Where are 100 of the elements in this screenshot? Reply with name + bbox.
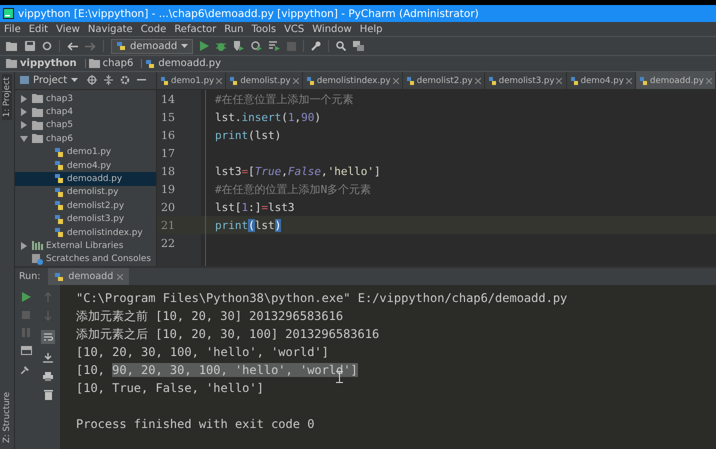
tree-item[interactable]: chap6 <box>15 132 156 146</box>
line-number: 15 <box>160 110 176 126</box>
close-icon[interactable] <box>706 78 712 84</box>
tree-item[interactable]: demolist.py <box>15 186 156 200</box>
expanded-arrow-icon[interactable] <box>20 136 28 142</box>
python-file-icon <box>54 227 64 238</box>
tree-item[interactable]: demoadd.py <box>15 172 156 186</box>
collapsed-arrow-icon[interactable] <box>21 242 27 250</box>
tree-item[interactable]: demolist3.py <box>15 212 156 226</box>
line-number: 16 <box>160 128 176 144</box>
scroll-end-icon[interactable] <box>43 353 53 363</box>
tree-item[interactable]: demolistindex.py <box>15 226 156 240</box>
close-icon[interactable] <box>556 78 562 84</box>
back-arrow-icon[interactable] <box>67 42 78 50</box>
tree-item[interactable]: chap5 <box>15 118 156 132</box>
editor-tab[interactable]: demolist3.py <box>484 72 567 89</box>
bug-icon[interactable] <box>216 41 226 51</box>
save-icon[interactable] <box>25 41 35 51</box>
run-icon[interactable] <box>200 41 210 51</box>
editor-tab[interactable]: demolistindex.py <box>302 72 403 89</box>
python-file-icon <box>488 76 497 86</box>
project-tool-tab[interactable]: 1: Project <box>2 74 12 120</box>
python-file-icon <box>54 160 64 172</box>
menu-item[interactable]: View <box>56 24 80 34</box>
menu-item[interactable]: Window <box>312 24 352 34</box>
menu-item[interactable]: Navigate <box>88 24 133 34</box>
pin-icon[interactable] <box>21 364 31 374</box>
print-icon[interactable] <box>43 372 53 381</box>
folder-icon <box>32 108 43 116</box>
minimize-icon[interactable] <box>137 79 146 82</box>
menu-item[interactable]: VCS <box>284 24 304 34</box>
run-tab[interactable]: demoadd <box>48 268 130 285</box>
search-icon[interactable] <box>336 41 346 51</box>
editor-tab[interactable]: demolist2.py <box>402 72 485 89</box>
console-output-line: [10, 90, 20, 30, 100, 'hello', 'world'] <box>76 362 359 379</box>
soft-wrap-icon[interactable] <box>41 330 55 344</box>
menu-item[interactable]: Tools <box>251 24 276 34</box>
python-file-icon <box>145 58 156 68</box>
console-output-line: [10, True, False, 'hello'] <box>76 380 265 397</box>
structure-tool-tab[interactable]: Z: Structure <box>2 392 12 443</box>
tree-item[interactable]: Scratches and Consoles <box>15 252 156 266</box>
python-file-icon <box>54 146 64 158</box>
trash-icon[interactable] <box>44 390 52 400</box>
python-file-icon <box>570 76 579 86</box>
close-icon[interactable] <box>474 78 481 84</box>
console-output-line: 添加元素之后 [10, 20, 30, 100] 2013296583616 <box>76 326 380 343</box>
console-output-line: 添加元素之前 [10, 20, 30] 2013296583616 <box>76 308 344 325</box>
breadcrumb-item[interactable]: demoadd.py <box>145 58 221 69</box>
gear-icon[interactable] <box>120 75 130 86</box>
menu-item[interactable]: Refactor <box>174 24 216 34</box>
breadcrumb-item[interactable]: vippython <box>6 58 77 69</box>
menu-item[interactable]: Help <box>360 24 383 34</box>
tree-item[interactable]: demo1.py <box>15 145 156 159</box>
code-line: print(lst) <box>215 218 282 232</box>
tree-item[interactable]: chap4 <box>15 105 156 119</box>
window-icon[interactable] <box>353 41 364 51</box>
close-icon[interactable] <box>392 78 399 84</box>
run-config-dropdown[interactable]: demoadd <box>111 38 194 54</box>
editor-tab[interactable]: demolist.py <box>226 72 303 89</box>
clock-play-icon[interactable] <box>251 41 262 51</box>
menu-item[interactable]: Edit <box>28 24 48 34</box>
collapse-icon[interactable] <box>104 75 114 86</box>
code-line: #在任意位置上添加一个元素 <box>215 92 354 106</box>
tree-item[interactable]: demolist2.py <box>15 199 156 212</box>
menu-item[interactable]: Code <box>140 24 166 34</box>
python-file-icon <box>54 214 64 225</box>
collapsed-arrow-icon[interactable] <box>21 108 27 116</box>
code-line: #在任意的位置上添加N多个元素 <box>215 182 372 196</box>
code-editor[interactable]: 14 #在任意位置上添加一个元素 15 lst.insert(1,90) 16 print(lst) 17 18 lst3=[True,False,'hello'] 19 #在任意的位置上添加N多个元素 20 lst[1:]=lst3 21 print(lst) 22 <box>157 90 716 266</box>
code-line: lst[1:]=lst3 <box>215 200 294 214</box>
console-exit-message: Process finished with exit code 0 <box>76 416 316 433</box>
python-file-icon <box>160 76 169 86</box>
project-view-dropdown[interactable]: Project <box>18 74 80 86</box>
python-file-icon <box>54 186 64 198</box>
editor-tab[interactable]: demoadd.py <box>636 72 716 89</box>
close-icon[interactable] <box>626 78 632 84</box>
wrench-icon[interactable] <box>311 41 322 51</box>
menu-item[interactable]: File <box>4 24 21 34</box>
tree-item[interactable]: chap3 <box>15 92 156 106</box>
crosshair-icon[interactable] <box>87 75 98 86</box>
caret-icon <box>71 78 78 82</box>
close-icon[interactable] <box>216 78 222 84</box>
collapsed-arrow-icon[interactable] <box>21 94 27 103</box>
tree-item[interactable]: External Libraries <box>15 239 156 253</box>
open-folder-icon[interactable] <box>6 41 18 51</box>
collapsed-arrow-icon[interactable] <box>21 121 27 130</box>
editor-tab[interactable]: demo1.py <box>157 72 226 89</box>
lines-play-icon[interactable] <box>269 41 280 51</box>
tree-item[interactable]: demo4.py <box>15 158 156 172</box>
python-file-icon <box>306 76 315 86</box>
layout-icon[interactable] <box>20 346 32 355</box>
rerun-icon[interactable] <box>21 292 31 302</box>
line-number: 19 <box>160 182 176 198</box>
code-line: lst.insert(1,90) <box>215 110 321 124</box>
close-icon[interactable] <box>292 78 299 84</box>
library-bars-icon <box>32 241 43 250</box>
shield-play-icon[interactable] <box>233 41 244 51</box>
menu-item[interactable]: Run <box>224 24 244 34</box>
breadcrumb-item[interactable]: chap6 <box>88 58 134 69</box>
close-icon[interactable] <box>117 274 124 280</box>
